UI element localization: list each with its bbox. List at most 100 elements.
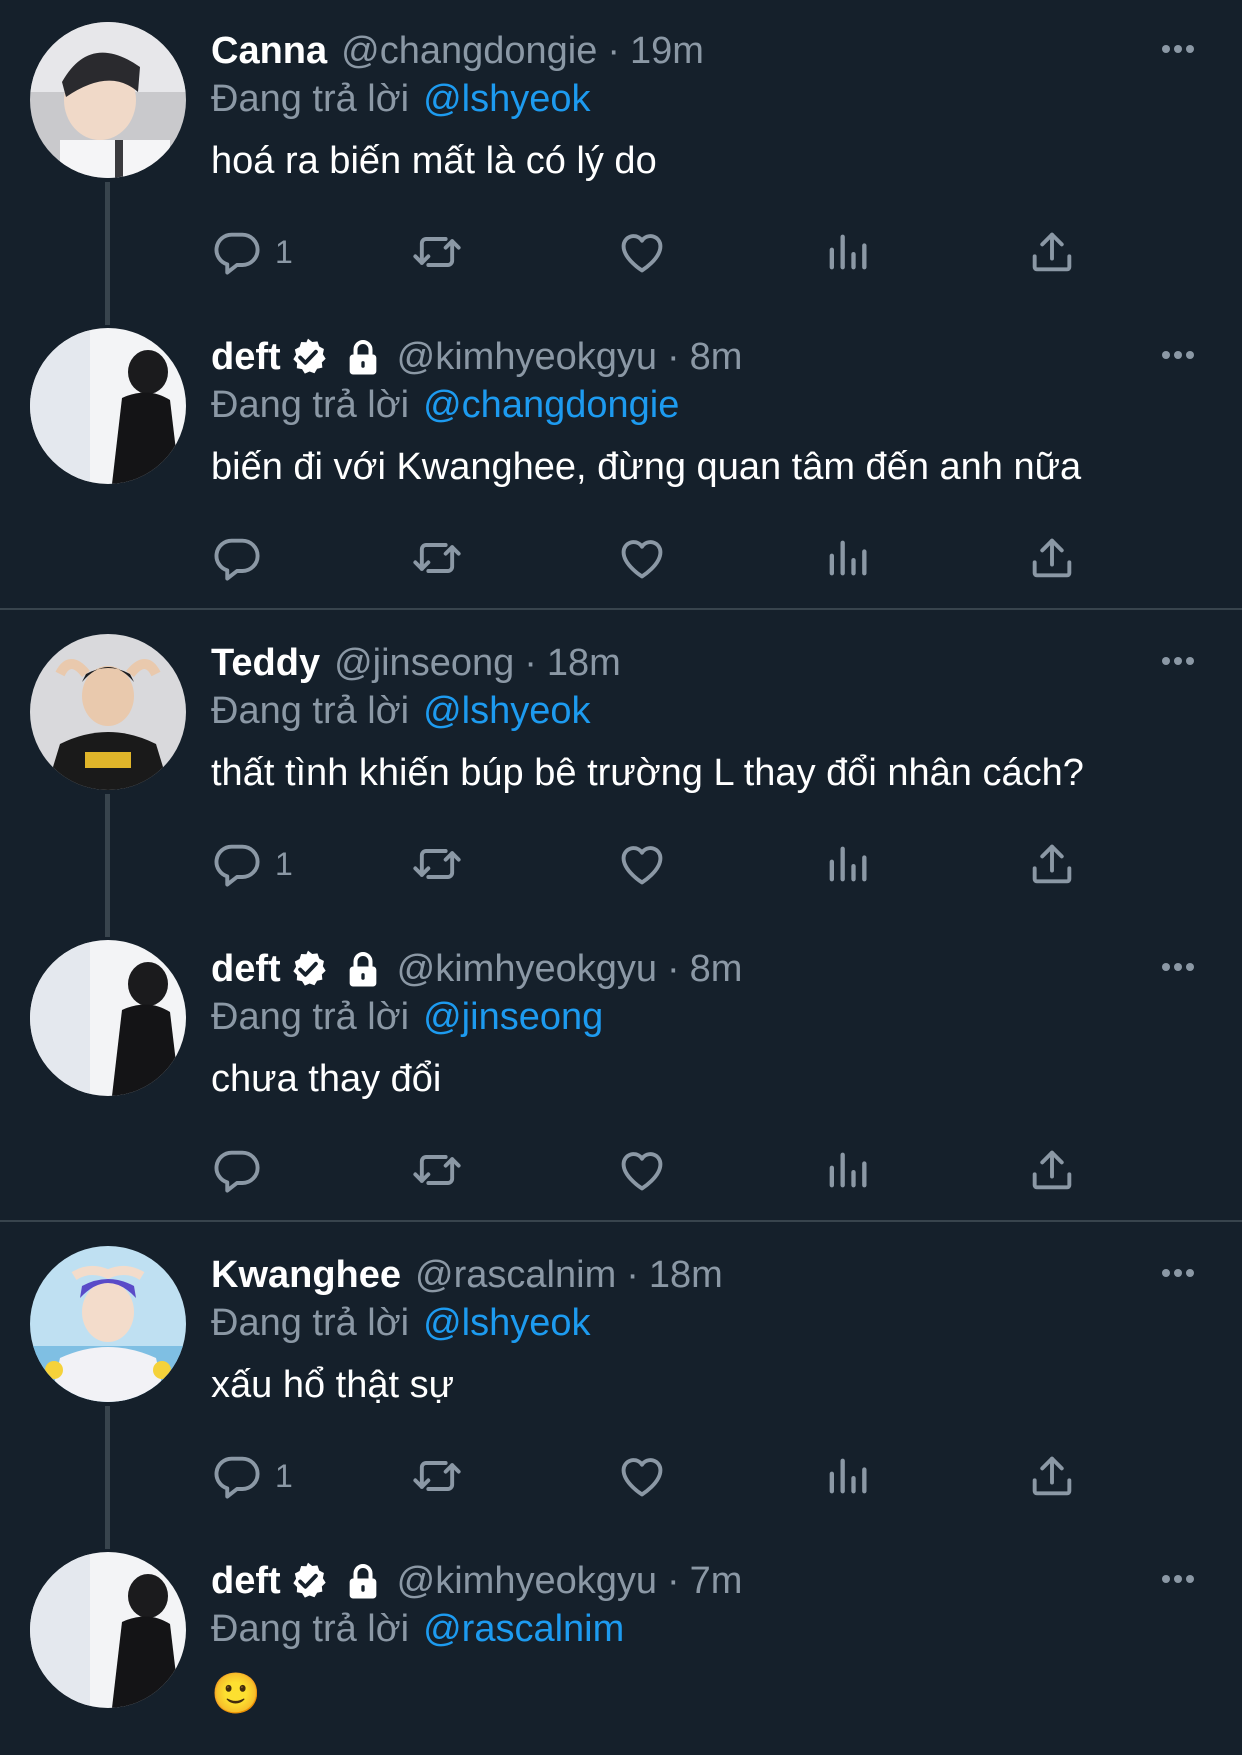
tweet-text: biến đi với Kwanghee, đừng quan tâm đến … (211, 446, 1082, 488)
mention-link[interactable]: @lshyeok (423, 690, 590, 732)
more-icon[interactable] (1158, 952, 1198, 982)
like-button[interactable] (616, 834, 668, 894)
more-icon[interactable] (1158, 646, 1198, 676)
views-button[interactable] (821, 1140, 873, 1200)
like-icon (616, 1450, 668, 1502)
tweet-text: xấu hổ thật sự (211, 1364, 455, 1406)
reply-button[interactable]: 1 (211, 222, 293, 282)
replying-to: Đang trả lời @changdongie (211, 384, 679, 427)
reply-count: 1 (275, 233, 293, 270)
action-bar (211, 1140, 1111, 1200)
replying-label: Đang trả lời (211, 996, 410, 1038)
reply-icon (211, 226, 263, 278)
retweet-button[interactable] (411, 222, 463, 282)
replying-label: Đang trả lời (211, 78, 410, 120)
replying-to: Đang trả lời @jinseong (211, 996, 603, 1039)
more-icon[interactable] (1158, 1258, 1198, 1288)
separator: · (626, 1253, 639, 1296)
avatar[interactable] (30, 634, 186, 790)
share-button[interactable] (1026, 834, 1078, 894)
display-name[interactable]: Teddy (211, 642, 320, 685)
reply-button[interactable]: 1 (211, 1446, 293, 1506)
share-icon (1026, 226, 1078, 278)
reply-button[interactable] (211, 1140, 263, 1200)
retweet-icon (411, 838, 463, 890)
tweet[interactable]: deft @kimhyeokgyu · 8m Đang trả lời @chan… (0, 306, 1242, 608)
user-handle[interactable]: @rascalnim (415, 1254, 616, 1297)
views-button[interactable] (821, 834, 873, 894)
share-button[interactable] (1026, 1446, 1078, 1506)
tweet[interactable]: deft @kimhyeokgyu · 7m Đang trả lời @rasc… (0, 1530, 1242, 1755)
like-icon (616, 838, 668, 890)
retweet-button[interactable] (411, 1446, 463, 1506)
share-button[interactable] (1026, 528, 1078, 588)
tweet[interactable]: Teddy @jinseong · 18m Đang trả lời @lshye… (0, 612, 1242, 918)
views-icon (821, 226, 873, 278)
user-handle[interactable]: @kimhyeokgyu (397, 948, 657, 991)
avatar[interactable] (30, 940, 186, 1096)
display-name[interactable]: deft (211, 336, 281, 379)
more-icon[interactable] (1158, 340, 1198, 370)
like-button[interactable] (616, 1140, 668, 1200)
tweet[interactable]: Kwanghee @rascalnim · 18m Đang trả lời @l… (0, 1224, 1242, 1530)
share-icon (1026, 838, 1078, 890)
like-button[interactable] (616, 222, 668, 282)
share-button[interactable] (1026, 222, 1078, 282)
mention-link[interactable]: @lshyeok (423, 78, 590, 120)
retweet-icon (411, 1450, 463, 1502)
user-handle[interactable]: @jinseong (334, 642, 514, 685)
reply-button[interactable]: 1 (211, 834, 293, 894)
retweet-button[interactable] (411, 834, 463, 894)
replying-to: Đang trả lời @lshyeok (211, 690, 591, 733)
timestamp[interactable]: 19m (630, 30, 704, 73)
views-button[interactable] (821, 528, 873, 588)
timestamp[interactable]: 18m (547, 642, 621, 685)
views-button[interactable] (821, 1446, 873, 1506)
retweet-button[interactable] (411, 1140, 463, 1200)
timestamp[interactable]: 8m (690, 336, 743, 379)
timestamp[interactable]: 7m (690, 1560, 743, 1603)
separator: · (524, 641, 537, 684)
retweet-icon (411, 532, 463, 584)
tweet-text: thất tình khiến búp bê trường L thay đổi… (211, 752, 1084, 794)
views-icon (821, 532, 873, 584)
tweet-text: chưa thay đổi (211, 1058, 442, 1100)
share-icon (1026, 532, 1078, 584)
separator: · (607, 29, 621, 72)
user-handle[interactable]: @kimhyeokgyu (397, 1560, 657, 1603)
like-icon (616, 1144, 668, 1196)
more-icon[interactable] (1158, 34, 1198, 64)
replying-to: Đang trả lời @rascalnim (211, 1608, 624, 1651)
user-handle[interactable]: @kimhyeokgyu (397, 336, 657, 379)
action-bar (211, 528, 1111, 588)
user-handle[interactable]: @changdongie (341, 30, 597, 73)
mention-link[interactable]: @changdongie (423, 384, 679, 426)
display-name[interactable]: Kwanghee (211, 1254, 401, 1297)
reply-button[interactable] (211, 528, 263, 588)
like-button[interactable] (616, 528, 668, 588)
avatar[interactable] (30, 1552, 186, 1708)
views-button[interactable] (821, 222, 873, 282)
display-name[interactable]: deft (211, 948, 281, 991)
like-button[interactable] (616, 1446, 668, 1506)
lock-icon (343, 949, 383, 989)
tweet[interactable]: deft @kimhyeokgyu · 8m Đang trả lời @jins… (0, 918, 1242, 1220)
timestamp[interactable]: 18m (649, 1254, 723, 1297)
mention-link[interactable]: @jinseong (423, 996, 603, 1038)
share-button[interactable] (1026, 1140, 1078, 1200)
replying-to: Đang trả lời @lshyeok (211, 1302, 591, 1345)
timestamp[interactable]: 8m (690, 948, 743, 991)
avatar[interactable] (30, 328, 186, 484)
avatar[interactable] (30, 22, 186, 178)
verified-icon (287, 948, 329, 990)
mention-link[interactable]: @lshyeok (423, 1302, 590, 1344)
more-icon[interactable] (1158, 1564, 1198, 1594)
retweet-button[interactable] (411, 528, 463, 588)
lock-icon (343, 1561, 383, 1601)
avatar[interactable] (30, 1246, 186, 1402)
tweet[interactable]: Canna @changdongie · 19m Đang trả lời @ls… (0, 0, 1242, 306)
mention-link[interactable]: @rascalnim (423, 1608, 624, 1650)
verified-icon (287, 336, 329, 378)
display-name[interactable]: Canna (211, 30, 327, 73)
display-name[interactable]: deft (211, 1560, 281, 1603)
